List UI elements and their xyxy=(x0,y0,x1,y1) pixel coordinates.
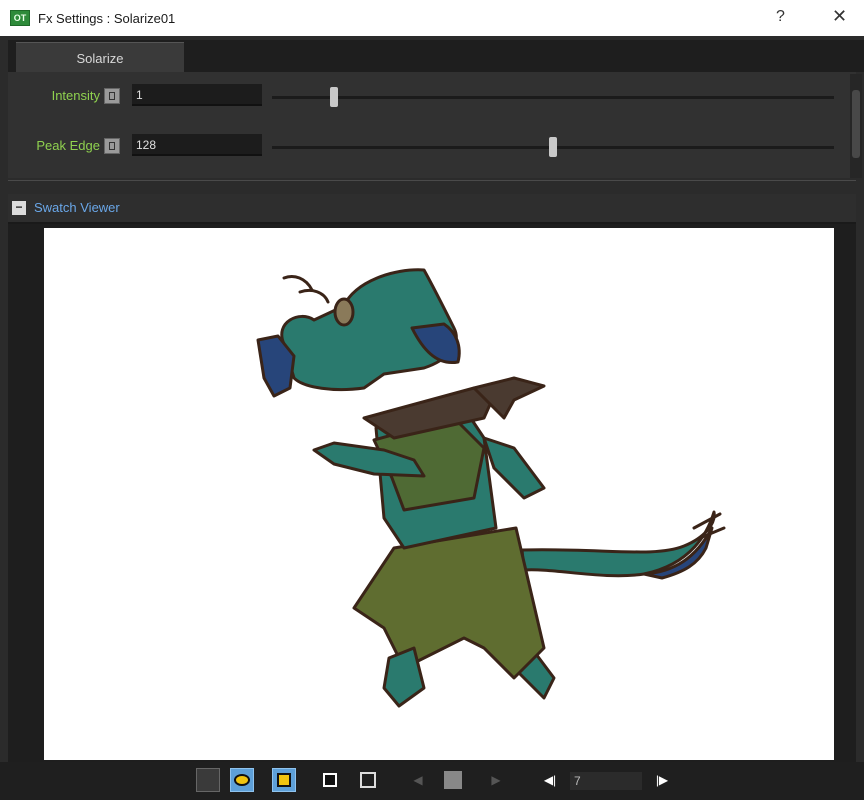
tab-bar: Solarize xyxy=(8,40,864,73)
swatch-viewer-header: − Swatch Viewer xyxy=(8,194,856,224)
camera-toggle-icon[interactable] xyxy=(272,768,296,792)
param-row-intensity: Intensity 1 xyxy=(8,80,856,112)
next-key-button[interactable]: ▶ xyxy=(484,768,508,792)
intensity-slider-handle[interactable] xyxy=(329,87,338,107)
character-preview-image xyxy=(256,268,726,708)
viewer-canvas[interactable] xyxy=(44,228,834,760)
prev-key-button[interactable]: ◀ xyxy=(406,768,430,792)
title-bar: OT Fx Settings : Solarize01 ? ✕ xyxy=(0,0,864,36)
peak-edge-slider-handle[interactable] xyxy=(549,137,557,157)
app-icon: OT xyxy=(10,10,30,26)
frame-field[interactable]: 7 xyxy=(570,772,642,790)
peak-edge-field[interactable]: 128 xyxy=(132,134,262,156)
compare-toggle-icon[interactable] xyxy=(196,768,220,792)
scrollbar-thumb[interactable] xyxy=(852,90,860,158)
key-toggle-icon[interactable] xyxy=(444,771,462,789)
swatch-viewer xyxy=(8,224,856,764)
swatch-viewer-label: Swatch Viewer xyxy=(34,200,120,215)
divider xyxy=(8,180,856,181)
intensity-slider[interactable] xyxy=(272,96,834,99)
preview-toggle-icon[interactable] xyxy=(230,768,254,792)
prev-frame-button[interactable]: ◀| xyxy=(538,768,562,792)
fx-settings-panel: Solarize Intensity 1 Peak Edge 128 − Swa… xyxy=(0,36,864,800)
intensity-field[interactable]: 1 xyxy=(132,84,262,106)
viewer-toolbar: ◀ ▶ ◀| 7 |▶ xyxy=(0,762,864,800)
close-button[interactable]: ✕ xyxy=(832,6,847,27)
window-title: Fx Settings : Solarize01 xyxy=(38,10,176,26)
keyframe-icon[interactable] xyxy=(104,88,120,104)
checkerboard-toggle-icon[interactable] xyxy=(356,768,380,792)
tab-solarize[interactable]: Solarize xyxy=(16,42,184,73)
help-button[interactable]: ? xyxy=(776,8,785,26)
keyframe-icon[interactable] xyxy=(104,138,120,154)
param-label-peak-edge: Peak Edge xyxy=(36,138,100,153)
params-scrollbar[interactable] xyxy=(850,74,862,178)
parameter-panel: Intensity 1 Peak Edge 128 xyxy=(8,72,856,178)
param-row-peak-edge: Peak Edge 128 xyxy=(8,130,856,162)
param-label-intensity: Intensity xyxy=(51,88,100,103)
background-toggle-icon[interactable] xyxy=(318,768,342,792)
next-frame-button[interactable]: |▶ xyxy=(650,768,674,792)
collapse-button[interactable]: − xyxy=(12,201,26,215)
